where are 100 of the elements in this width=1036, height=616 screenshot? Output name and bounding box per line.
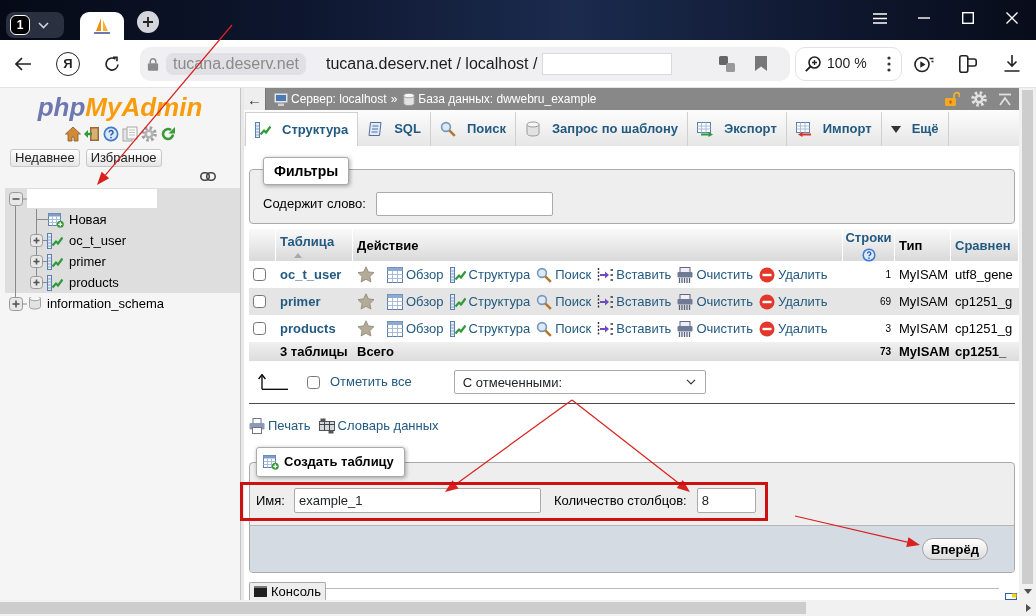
empty-link[interactable]: Очистить: [677, 293, 753, 310]
help-icon[interactable]: [102, 126, 119, 142]
structure-link[interactable]: Структура: [449, 293, 531, 310]
search-link[interactable]: Поиск: [536, 320, 592, 337]
zoom-control[interactable]: 100 %: [795, 46, 902, 81]
column-count-field[interactable]: 8: [696, 488, 756, 513]
column-sort-link[interactable]: Таблица: [280, 233, 335, 250]
server-link[interactable]: Сервер: localhost: [291, 91, 387, 107]
row-checkbox[interactable]: [253, 295, 266, 308]
console-tab[interactable]: Консоль: [249, 582, 326, 600]
horizontal-scrollbar[interactable]: [0, 600, 1036, 616]
new-table-icon: [263, 454, 279, 470]
table-name-link[interactable]: oc_t_user: [280, 266, 342, 283]
link-icon[interactable]: [200, 171, 216, 181]
console-icon: [254, 586, 267, 597]
star-icon[interactable]: [357, 293, 375, 310]
browse-link[interactable]: Обзор: [387, 266, 444, 283]
drop-link[interactable]: Удалить: [758, 266, 828, 283]
more-icon[interactable]: [887, 55, 891, 72]
import-tab[interactable]: Импорт: [786, 112, 882, 146]
export-tab[interactable]: Экспорт: [688, 112, 787, 146]
grid-icon: [387, 266, 403, 283]
structure-link[interactable]: Структура: [449, 320, 531, 337]
name-label: Имя:: [256, 492, 285, 509]
reload-icon[interactable]: [104, 55, 120, 72]
scroll-right-icon[interactable]: [1026, 604, 1031, 612]
search-link[interactable]: Поиск: [536, 293, 592, 310]
query-tab[interactable]: Запрос по шаблону: [515, 112, 688, 146]
search-tab[interactable]: Поиск: [430, 112, 516, 146]
tab-switcher-button[interactable]: 1: [6, 12, 64, 38]
navigation-toggle-button[interactable]: ←: [244, 88, 266, 110]
data-dictionary-link[interactable]: Словарь данных: [318, 418, 439, 434]
scrollbar-thumb[interactable]: [1022, 90, 1033, 584]
plus-box-icon[interactable]: [9, 296, 27, 311]
check-all-checkbox[interactable]: [307, 375, 320, 389]
minus-box-icon[interactable]: [9, 191, 27, 206]
plus-circle-icon[interactable]: [137, 11, 159, 33]
check-all-link[interactable]: Отметить все: [330, 374, 412, 390]
help-icon[interactable]: [861, 247, 876, 262]
column-sort-link[interactable]: Сравнен: [955, 238, 1011, 254]
note-icon[interactable]: [1005, 593, 1017, 600]
database-link[interactable]: information_schema: [47, 295, 165, 312]
filter-input[interactable]: [375, 192, 553, 216]
browse-link[interactable]: Обзор: [387, 293, 444, 310]
browse-link[interactable]: Обзор: [387, 320, 444, 337]
database-link[interactable]: База данных: dwwebru_example: [418, 91, 597, 107]
star-icon[interactable]: [357, 320, 375, 337]
drop-link[interactable]: Удалить: [758, 320, 828, 337]
translate-icon[interactable]: [719, 55, 735, 72]
search-link[interactable]: Поиск: [536, 266, 592, 283]
download-icon[interactable]: [1004, 55, 1020, 72]
go-button[interactable]: Вперёд: [922, 538, 988, 560]
empty-link[interactable]: Очистить: [677, 266, 753, 283]
insert-link[interactable]: Вставить: [597, 320, 672, 337]
home-icon[interactable]: [64, 126, 81, 142]
plus-box-icon[interactable]: [30, 255, 47, 268]
drop-link[interactable]: Удалить: [758, 293, 828, 310]
structure-tab[interactable]: Структура: [245, 112, 359, 146]
row-checkbox[interactable]: [253, 268, 266, 281]
new-table-link[interactable]: Новая: [69, 211, 107, 228]
bookmark-icon[interactable]: [755, 56, 767, 71]
column-sort-link[interactable]: Строки: [845, 230, 892, 246]
settings-icon[interactable]: [140, 126, 157, 142]
column-header: Тип: [899, 238, 923, 254]
more-tab[interactable]: Ещё: [881, 112, 949, 146]
table-link[interactable]: oc_t_user: [69, 232, 127, 249]
star-icon[interactable]: [357, 266, 375, 283]
table-link[interactable]: primer: [69, 253, 106, 270]
menu-icon[interactable]: [873, 12, 887, 24]
table-link[interactable]: products: [69, 274, 119, 291]
scroll-down-icon[interactable]: [1023, 589, 1032, 594]
scrollbar-thumb[interactable]: [0, 602, 806, 614]
back-icon[interactable]: [15, 56, 31, 71]
row-checkbox[interactable]: [253, 322, 266, 335]
empty-link[interactable]: Очистить: [677, 320, 753, 337]
table-name-link[interactable]: products: [280, 320, 336, 337]
bulk-action-select[interactable]: С отмеченными:: [453, 370, 706, 394]
close-icon[interactable]: [1006, 12, 1018, 24]
insert-link[interactable]: Вставить: [597, 266, 672, 283]
browser-tab[interactable]: [80, 12, 124, 40]
plus-box-icon[interactable]: [30, 276, 47, 289]
structure-link[interactable]: Структура: [449, 266, 531, 283]
browser-logo-button[interactable]: Я: [56, 51, 80, 76]
documents-icon[interactable]: [121, 126, 138, 142]
sql-tab[interactable]: SQL: [358, 112, 431, 146]
new-table-icon: [48, 211, 64, 228]
vertical-scrollbar[interactable]: [1019, 88, 1036, 600]
maximize-icon[interactable]: [962, 12, 974, 24]
table-name-field[interactable]: example_1: [293, 488, 541, 513]
panel-icon[interactable]: [959, 54, 977, 73]
insert-arrow-icon: [597, 266, 614, 283]
table-name-link[interactable]: primer: [280, 293, 321, 310]
collapse-up-icon[interactable]: [998, 92, 1012, 106]
media-play-icon[interactable]: [914, 54, 934, 73]
schema-icon: [318, 418, 335, 434]
plus-box-icon[interactable]: [30, 234, 47, 247]
print-link[interactable]: Печать: [249, 418, 311, 434]
insert-link[interactable]: Вставить: [597, 293, 672, 310]
sidebar-button[interactable]: Недавнее: [10, 149, 80, 167]
door-exit-icon[interactable]: [83, 126, 100, 142]
